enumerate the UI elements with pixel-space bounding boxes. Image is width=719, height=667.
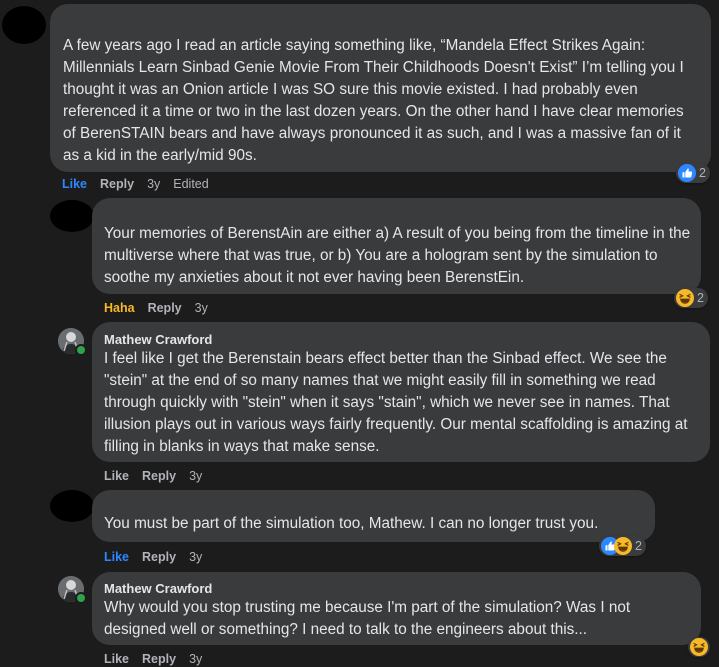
comment-bubble: A few years ago I read an article saying… [50,4,711,172]
timestamp[interactable]: 3y [189,550,202,564]
timestamp[interactable]: 3y [195,301,208,315]
comment-author-name[interactable]: Mathew Crawford [104,581,691,597]
reaction-count: 2 [697,291,704,305]
comment-actions: Haha Reply 3y [104,300,208,316]
reaction-count: 2 [635,539,642,553]
like-button[interactable]: Like [104,550,129,564]
comment-bubble: Mathew Crawford Why would you stop trust… [92,572,701,645]
haha-icon [614,537,632,555]
online-status-indicator [75,344,87,356]
comment-text: A few years ago I read an article saying… [63,37,684,164]
reaction-summary[interactable] [688,637,710,657]
edited-label: Edited [173,177,209,191]
avatar[interactable] [50,490,94,522]
comment-bubble: You must be part of the simulation too, … [92,490,655,542]
avatar[interactable] [58,328,87,356]
avatar[interactable] [50,200,94,232]
online-status-indicator [75,592,87,604]
avatar[interactable] [2,6,46,44]
reaction-summary[interactable]: 2 [674,288,708,308]
timestamp[interactable]: 3y [189,469,202,483]
avatar[interactable] [58,576,87,604]
haha-icon [690,638,708,656]
reaction-count: 2 [699,166,706,180]
like-icon [678,164,696,182]
like-button[interactable]: Like [104,469,129,483]
reply-button[interactable]: Reply [142,652,176,666]
comment-text: Your memories of BerenstAin are either a… [104,225,691,286]
comment-actions: Like Reply 3y [104,468,202,484]
like-button[interactable]: Like [104,652,129,666]
comment-author-name[interactable]: Mathew Crawford [104,332,700,348]
reply-button[interactable]: Reply [142,469,176,483]
comment-bubble: Mathew Crawford I feel like I get the Be… [92,322,710,462]
comment-text: You must be part of the simulation too, … [104,515,599,532]
reply-button[interactable]: Reply [142,550,176,564]
reply-button[interactable]: Reply [148,301,182,315]
like-button[interactable]: Like [62,177,87,191]
comment-bubble: Your memories of BerenstAin are either a… [92,198,701,294]
comment-text: Why would you stop trusting me because I… [104,599,631,638]
reaction-summary[interactable]: 2 [599,536,646,556]
comment-actions: Like Reply 3y [104,549,202,565]
haha-button[interactable]: Haha [104,301,135,315]
reaction-summary[interactable]: 2 [676,163,710,183]
comment-text: I feel like I get the Berenstain bears e… [104,350,688,455]
reply-button[interactable]: Reply [100,177,134,191]
comment-actions: Like Reply 3y Edited [62,176,209,192]
timestamp[interactable]: 3y [189,652,202,666]
haha-icon [676,289,694,307]
timestamp[interactable]: 3y [147,177,160,191]
